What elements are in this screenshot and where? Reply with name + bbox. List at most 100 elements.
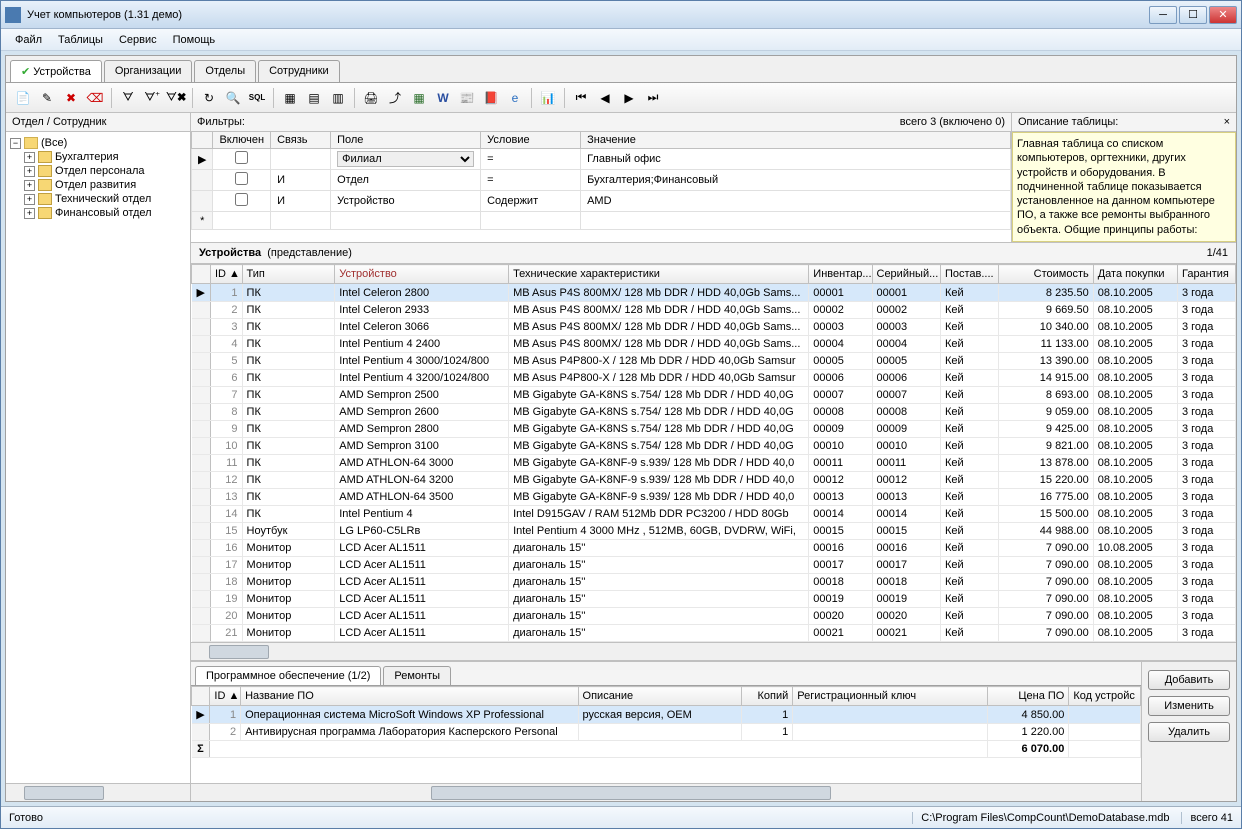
sw-col-copies[interactable]: Копий: [742, 687, 793, 706]
tree-item[interactable]: +Технический отдел: [24, 192, 186, 206]
col-id[interactable]: ID ▲: [210, 265, 242, 284]
tool-excel-icon[interactable]: ▦: [408, 87, 430, 109]
table-row[interactable]: 13ПКAMD ATHLON-64 3500MB Gigabyte GA-K8N…: [192, 489, 1236, 506]
table-row[interactable]: 5ПКIntel Pentium 4 3000/1024/800MB Asus …: [192, 353, 1236, 370]
tool-view3-icon[interactable]: ▥: [327, 87, 349, 109]
tool-view2-icon[interactable]: ▤: [303, 87, 325, 109]
tool-chart-icon[interactable]: 📊: [537, 87, 559, 109]
col-type[interactable]: Тип: [242, 265, 335, 284]
software-grid[interactable]: ID ▲ Название ПО Описание Копий Регистра…: [191, 686, 1141, 758]
filter-row[interactable]: ИУстройствоСодержитAMD: [192, 191, 1011, 212]
table-row[interactable]: 8ПКAMD Sempron 2600MB Gigabyte GA-K8NS s…: [192, 404, 1236, 421]
titlebar[interactable]: Учет компьютеров (1.31 демо) ─ ☐ ✕: [1, 1, 1241, 29]
tool-filter-icon[interactable]: ᗊ: [117, 87, 139, 109]
sw-col-desc[interactable]: Описание: [578, 687, 742, 706]
tool-html-icon[interactable]: 📰: [456, 87, 478, 109]
tool-filter-add-icon[interactable]: ᗊ⁺: [141, 87, 163, 109]
tool-refresh-icon[interactable]: ↻: [198, 87, 220, 109]
collapse-icon[interactable]: −: [10, 138, 21, 149]
col-warranty[interactable]: Гарантия: [1177, 265, 1235, 284]
table-row[interactable]: 17МониторLCD Acer AL1511диагональ 15''00…: [192, 557, 1236, 574]
tree-item[interactable]: +Бухгалтерия: [24, 150, 186, 164]
tab-orgs[interactable]: Организации: [104, 60, 193, 82]
table-row[interactable]: 14ПКIntel Pentium 4Intel D915GAV / RAM 5…: [192, 506, 1236, 523]
tab-repairs[interactable]: Ремонты: [383, 666, 451, 685]
sw-col-devcode[interactable]: Код устройс: [1069, 687, 1141, 706]
left-scrollbar[interactable]: [6, 783, 190, 801]
filter-enable-checkbox[interactable]: [235, 193, 248, 206]
nav-first-icon[interactable]: ⏮: [570, 87, 592, 109]
tool-print-icon[interactable]: 🖨: [360, 87, 382, 109]
tool-word-icon[interactable]: W: [432, 87, 454, 109]
tool-new-icon[interactable]: 📄: [12, 87, 34, 109]
expand-icon[interactable]: +: [24, 194, 35, 205]
expand-icon[interactable]: +: [24, 152, 35, 163]
table-row[interactable]: 6ПКIntel Pentium 4 3200/1024/800MB Asus …: [192, 370, 1236, 387]
tool-view1-icon[interactable]: ▦: [279, 87, 301, 109]
filter-enable-checkbox[interactable]: [235, 172, 248, 185]
nav-next-icon[interactable]: ▶: [618, 87, 640, 109]
table-row[interactable]: 3ПКIntel Celeron 3066MB Asus P4S 800MX/ …: [192, 319, 1236, 336]
delete-button[interactable]: Удалить: [1148, 722, 1230, 742]
nav-last-icon[interactable]: ⏭: [642, 87, 664, 109]
expand-icon[interactable]: +: [24, 180, 35, 191]
tab-devices[interactable]: ✔ Устройства: [10, 60, 102, 82]
sw-col-id[interactable]: ID ▲: [210, 687, 241, 706]
software-grid-wrap[interactable]: ID ▲ Название ПО Описание Копий Регистра…: [191, 685, 1141, 783]
tree-item[interactable]: +Отдел развития: [24, 178, 186, 192]
dept-tree[interactable]: − (Все) +Бухгалтерия+Отдел персонала+Отд…: [6, 132, 190, 783]
menu-help[interactable]: Помощь: [165, 31, 224, 49]
col-inv[interactable]: Инвентар...: [809, 265, 872, 284]
table-row[interactable]: 10ПКAMD Sempron 3100MB Gigabyte GA-K8NS …: [192, 438, 1236, 455]
tree-item[interactable]: +Отдел персонала: [24, 164, 186, 178]
tool-delete-icon[interactable]: ✖: [60, 87, 82, 109]
tool-edit-icon[interactable]: ✎: [36, 87, 58, 109]
table-row[interactable]: 21МониторLCD Acer AL1511диагональ 15''00…: [192, 625, 1236, 642]
tool-pdf-icon[interactable]: 📕: [480, 87, 502, 109]
table-row[interactable]: 2ПКIntel Celeron 2933MB Asus P4S 800MX/ …: [192, 302, 1236, 319]
maximize-button[interactable]: ☐: [1179, 6, 1207, 24]
tab-depts[interactable]: Отделы: [194, 60, 256, 82]
close-button[interactable]: ✕: [1209, 6, 1237, 24]
filter-enable-checkbox[interactable]: [235, 151, 248, 164]
col-supplier[interactable]: Постав....: [940, 265, 998, 284]
table-row[interactable]: ▶1ПКIntel Celeron 2800MB Asus P4S 800MX/…: [192, 284, 1236, 302]
table-row[interactable]: ▶1Операционная система MicroSoft Windows…: [192, 706, 1141, 724]
sw-col-key[interactable]: Регистрационный ключ: [793, 687, 987, 706]
table-row[interactable]: 18МониторLCD Acer AL1511диагональ 15''00…: [192, 574, 1236, 591]
tool-ie-icon[interactable]: e: [504, 87, 526, 109]
menu-tables[interactable]: Таблицы: [50, 31, 111, 49]
grid-scrollbar[interactable]: [191, 642, 1236, 660]
table-row[interactable]: 4ПКIntel Pentium 4 2400MB Asus P4S 800MX…: [192, 336, 1236, 353]
col-serial[interactable]: Серийный...: [872, 265, 940, 284]
minimize-button[interactable]: ─: [1149, 6, 1177, 24]
col-tech[interactable]: Технические характеристики: [509, 265, 809, 284]
table-row[interactable]: 15НоутбукLG LP60-C5LRвIntel Pentium 4 30…: [192, 523, 1236, 540]
col-device[interactable]: Устройство: [335, 265, 509, 284]
sw-scrollbar[interactable]: [191, 783, 1141, 801]
filter-row[interactable]: ИОтдел=Бухгалтерия;Финансовый: [192, 170, 1011, 191]
tool-find-icon[interactable]: 🔍: [222, 87, 244, 109]
table-row[interactable]: 19МониторLCD Acer AL1511диагональ 15''00…: [192, 591, 1236, 608]
table-row[interactable]: 16МониторLCD Acer AL1511диагональ 15''00…: [192, 540, 1236, 557]
tree-item[interactable]: +Финансовый отдел: [24, 206, 186, 220]
tool-filter-clear-icon[interactable]: ᗊ✖: [165, 87, 187, 109]
filter-table[interactable]: Включен Связь Поле Условие Значение ▶Фил…: [191, 131, 1011, 230]
tab-employees[interactable]: Сотрудники: [258, 60, 340, 82]
menu-service[interactable]: Сервис: [111, 31, 165, 49]
filter-row[interactable]: ▶Филиал=Главный офис: [192, 149, 1011, 170]
table-row[interactable]: 2Антивирусная программа Лаборатория Касп…: [192, 724, 1141, 741]
main-grid-wrap[interactable]: ID ▲ Тип Устройство Технические характер…: [191, 264, 1236, 642]
edit-button[interactable]: Изменить: [1148, 696, 1230, 716]
tool-export-icon[interactable]: ⤴: [384, 87, 406, 109]
tool-sql-icon[interactable]: SQL: [246, 87, 268, 109]
add-button[interactable]: Добавить: [1148, 670, 1230, 690]
filter-field-select[interactable]: Филиал: [337, 151, 474, 167]
sw-col-name[interactable]: Название ПО: [241, 687, 578, 706]
table-row[interactable]: 9ПКAMD Sempron 2800MB Gigabyte GA-K8NS s…: [192, 421, 1236, 438]
expand-icon[interactable]: +: [24, 166, 35, 177]
table-row[interactable]: 7ПКAMD Sempron 2500MB Gigabyte GA-K8NS s…: [192, 387, 1236, 404]
col-cost[interactable]: Стоимость: [998, 265, 1093, 284]
expand-icon[interactable]: +: [24, 208, 35, 219]
tool-delete2-icon[interactable]: ⌫: [84, 87, 106, 109]
